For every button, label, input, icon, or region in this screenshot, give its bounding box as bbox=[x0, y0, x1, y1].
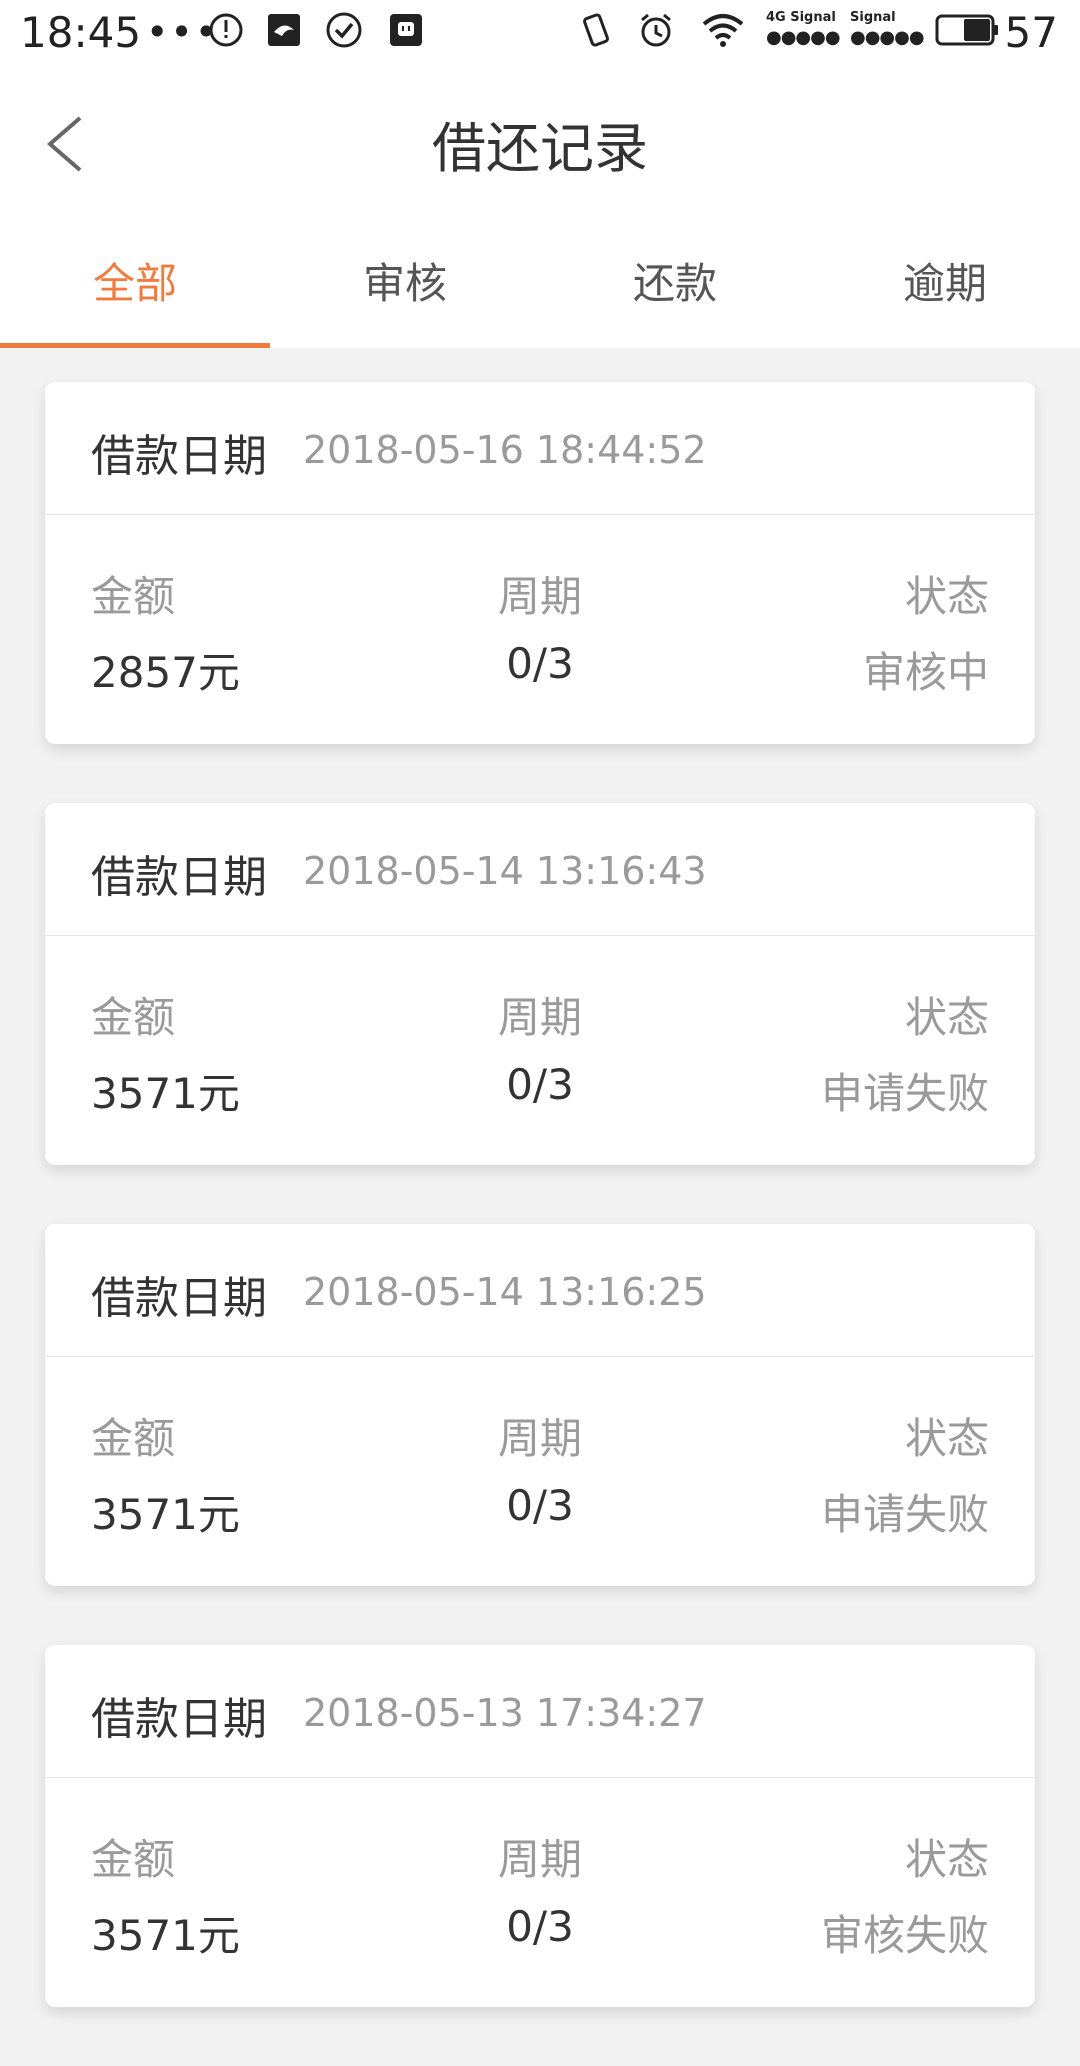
record-body: 金额 周期 状态 3571元 0/3 申请失败 bbox=[45, 1357, 1035, 1586]
tab-bar: 全部 审核 还款 逾期 bbox=[0, 224, 1080, 348]
status-label: 状态 bbox=[904, 1414, 989, 1463]
alarm-icon bbox=[641, 13, 671, 47]
loan-date-value: 2018-05-13 17:34:27 bbox=[303, 1691, 707, 1735]
record-card[interactable]: 借款日期 2018-05-13 17:34:27 金额 周期 状态 3571元 … bbox=[45, 1645, 1035, 2007]
status-value: 审核失败 bbox=[820, 1911, 989, 1960]
status-label: 状态 bbox=[904, 993, 989, 1042]
loan-date-value: 2018-05-14 13:16:43 bbox=[303, 849, 707, 893]
record-body: 金额 周期 状态 3571元 0/3 申请失败 bbox=[45, 936, 1035, 1165]
alert-bubble-icon bbox=[209, 13, 243, 47]
status-value: 审核中 bbox=[862, 648, 989, 697]
status-value: 申请失败 bbox=[820, 1490, 989, 1539]
signal-2-dots-icon: ●●●●● bbox=[850, 27, 925, 48]
page-title: 借还记录 bbox=[432, 117, 648, 180]
tab-all-label: 全部 bbox=[92, 259, 177, 308]
record-body: 金额 周期 状态 3571元 0/3 审核失败 bbox=[45, 1778, 1035, 2007]
signal-4g-label: 4G Signal bbox=[766, 10, 836, 25]
record-body: 金额 周期 状态 2857元 0/3 审核中 bbox=[45, 515, 1035, 744]
loan-date-label: 借款日期 bbox=[91, 1273, 267, 1324]
tab-review-label: 审核 bbox=[362, 259, 447, 308]
header: 借还记录 bbox=[0, 64, 1080, 224]
record-list: 借款日期 2018-05-16 18:44:52 金额 周期 状态 2857元 … bbox=[45, 382, 1035, 2066]
tab-overdue-label: 逾期 bbox=[902, 259, 987, 308]
period-label: 周期 bbox=[497, 1835, 582, 1884]
period-label: 周期 bbox=[497, 993, 582, 1042]
record-header: 借款日期 2018-05-13 17:34:27 bbox=[45, 1645, 1035, 1778]
tab-repayment-label: 还款 bbox=[632, 259, 717, 308]
loan-date-label: 借款日期 bbox=[91, 852, 267, 903]
loan-date-value: 2018-05-14 13:16:25 bbox=[303, 1270, 707, 1314]
signal-4g-dots-icon: ●●●●● bbox=[766, 27, 841, 48]
status-bar: 18:45 ••• 4G Signal ●●●●● Signal ●●●●● 5… bbox=[0, 0, 1080, 64]
record-header: 借款日期 2018-05-16 18:44:52 bbox=[45, 382, 1035, 515]
signal-4g: 4G Signal ●●●●● bbox=[766, 10, 841, 48]
status-value: 申请失败 bbox=[820, 1069, 989, 1118]
status-label: 状态 bbox=[904, 572, 989, 621]
loan-date-label: 借款日期 bbox=[91, 1694, 267, 1745]
period-label: 周期 bbox=[497, 1414, 582, 1463]
record-header: 借款日期 2018-05-14 13:16:43 bbox=[45, 803, 1035, 936]
active-tab-indicator bbox=[0, 343, 270, 348]
tab-review[interactable]: 审核 bbox=[270, 224, 540, 348]
record-card[interactable]: 借款日期 2018-05-16 18:44:52 金额 周期 状态 2857元 … bbox=[45, 382, 1035, 744]
vibrate-icon bbox=[583, 13, 609, 47]
signal-2: Signal ●●●●● bbox=[850, 10, 925, 48]
status-label: 状态 bbox=[904, 1835, 989, 1884]
tab-overdue[interactable]: 逾期 bbox=[810, 224, 1080, 348]
loan-date-label: 借款日期 bbox=[91, 431, 267, 482]
signal-2-label: Signal bbox=[850, 10, 896, 25]
tab-all[interactable]: 全部 bbox=[0, 224, 270, 348]
period-label: 周期 bbox=[497, 572, 582, 621]
app-notification-icon bbox=[268, 14, 300, 46]
message-app-icon bbox=[390, 14, 422, 46]
battery-icon bbox=[935, 14, 998, 46]
record-card[interactable]: 借款日期 2018-05-14 13:16:43 金额 周期 状态 3571元 … bbox=[45, 803, 1035, 1165]
record-header: 借款日期 2018-05-14 13:16:25 bbox=[45, 1224, 1035, 1357]
status-time: 18:45 bbox=[20, 8, 142, 57]
wifi-icon bbox=[702, 14, 744, 47]
record-card[interactable]: 借款日期 2018-05-14 13:16:25 金额 周期 状态 3571元 … bbox=[45, 1224, 1035, 1586]
battery-level: 57 bbox=[1004, 8, 1058, 57]
check-circle-icon bbox=[326, 12, 362, 48]
tab-repayment[interactable]: 还款 bbox=[540, 224, 810, 348]
loan-date-value: 2018-05-16 18:44:52 bbox=[303, 428, 707, 472]
